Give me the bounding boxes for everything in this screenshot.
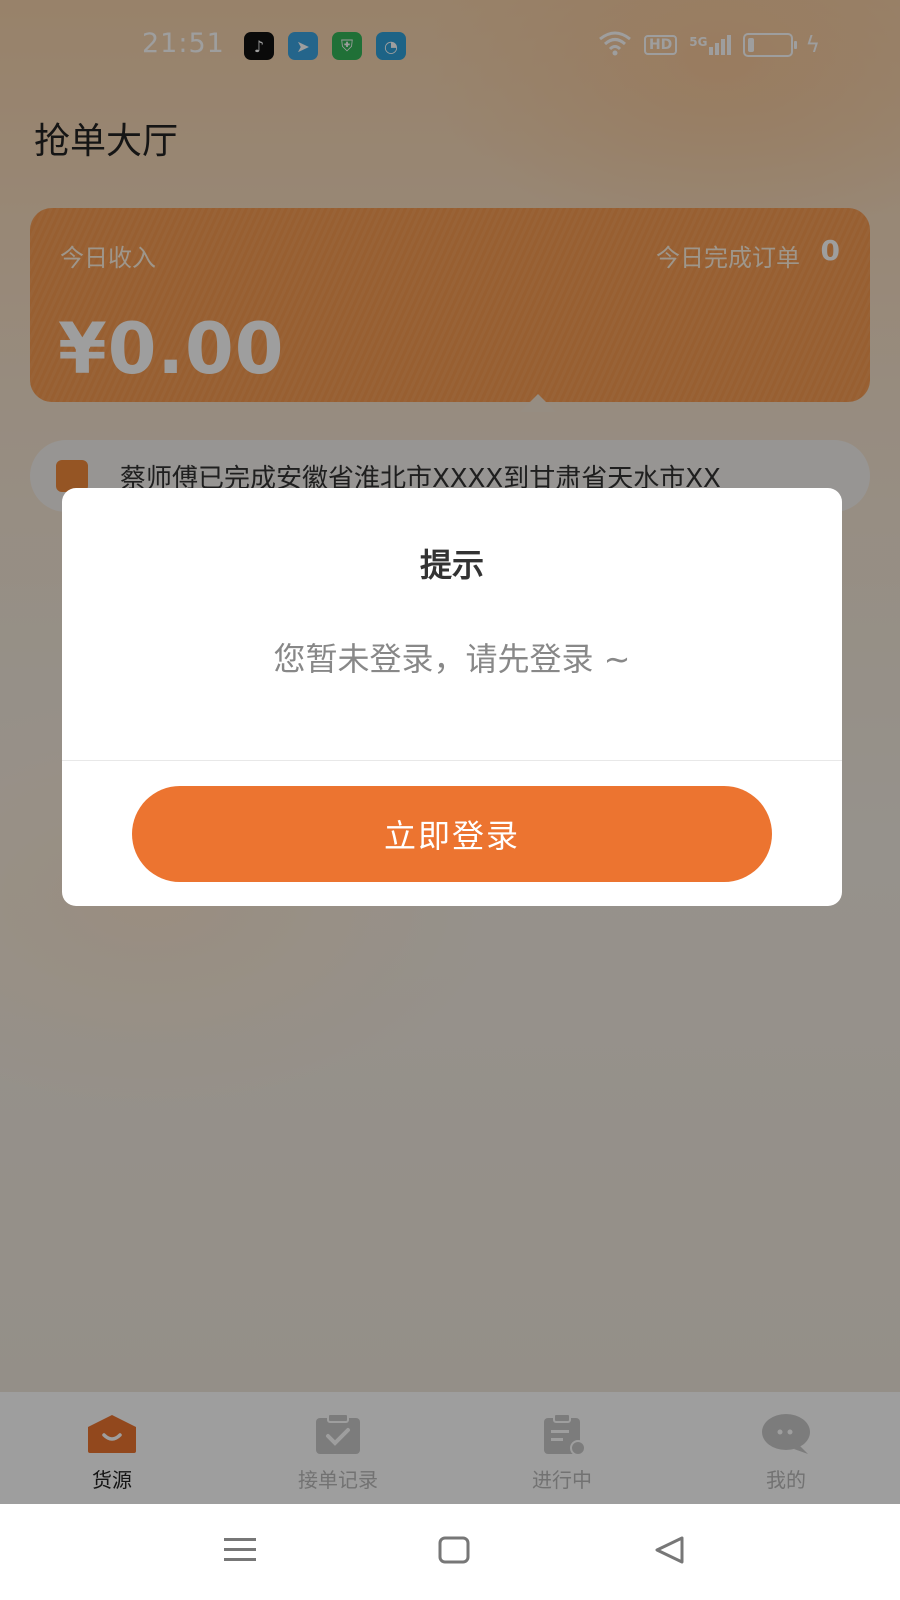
system-nav-bar bbox=[0, 1504, 900, 1600]
back-icon[interactable] bbox=[654, 1536, 686, 1568]
home-icon[interactable] bbox=[438, 1536, 470, 1568]
dialog-divider bbox=[62, 760, 842, 761]
menu-icon[interactable] bbox=[224, 1536, 256, 1568]
login-prompt-dialog: 提示 您暂未登录，请先登录 ~ 立即登录 bbox=[62, 488, 842, 906]
dialog-message: 您暂未登录，请先登录 ~ bbox=[273, 640, 631, 678]
dialog-title: 提示 bbox=[419, 546, 484, 584]
login-now-button[interactable]: 立即登录 bbox=[132, 786, 772, 882]
